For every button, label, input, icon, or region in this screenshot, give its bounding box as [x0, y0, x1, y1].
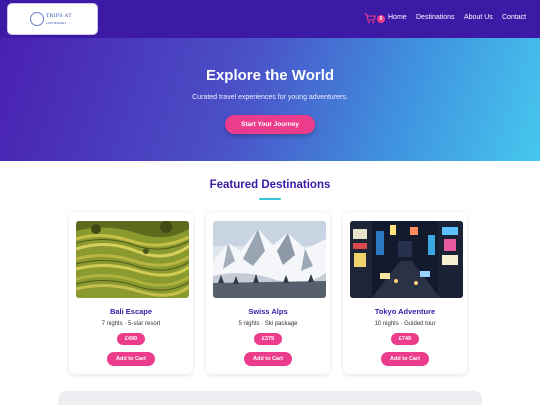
swiss-alps-image: [213, 221, 326, 298]
navbar: TRIPS AT LOW BUDGET 0 Home Destinations …: [0, 0, 540, 38]
nav-link-contact[interactable]: Contact: [502, 14, 526, 21]
logo-tagline: LOW BUDGET: [46, 21, 67, 25]
card-description: 10 nights · Guided tour: [374, 321, 436, 327]
card-description: 5 nights · Ski package: [238, 321, 298, 327]
card-title: Tokyo Adventure: [374, 307, 436, 316]
price-badge: £749: [391, 333, 419, 345]
start-journey-button[interactable]: Start Your Journey: [225, 115, 315, 134]
nav-link-destinations[interactable]: Destinations: [416, 14, 455, 21]
logo-mark: [30, 12, 44, 26]
tokyo-image: [350, 221, 463, 298]
next-section-panel: [58, 391, 482, 405]
logo-text: TRIPS AT: [46, 13, 72, 19]
destination-card-swiss-alps[interactable]: Swiss Alps 5 nights · Ski package £379 A…: [206, 212, 330, 374]
cart-icon[interactable]: [364, 13, 376, 24]
price-badge: £499: [117, 333, 145, 345]
destination-card-tokyo[interactable]: Tokyo Adventure 10 nights · Guided tour …: [343, 212, 467, 374]
cart-count-badge: 0: [377, 15, 385, 23]
card-title: Swiss Alps: [248, 307, 288, 316]
price-badge: £379: [254, 333, 282, 345]
section-divider: [259, 198, 281, 200]
add-to-cart-button[interactable]: Add to Cart: [244, 352, 292, 366]
hero-title: Explore the World: [205, 67, 335, 84]
hero-banner: Explore the World Curated travel experie…: [0, 38, 540, 161]
add-to-cart-button[interactable]: Add to Cart: [107, 352, 155, 366]
site-logo[interactable]: TRIPS AT LOW BUDGET: [8, 4, 97, 34]
section-title: Featured Destinations: [209, 179, 331, 191]
nav-link-about-us[interactable]: About Us: [464, 14, 493, 21]
destination-card-bali[interactable]: Bali Escape 7 nights · 5-star resort £49…: [69, 212, 193, 374]
card-description: 7 nights · 5-star resort: [101, 321, 161, 327]
featured-section: Featured Destinations Bali Escape 7 nigh…: [0, 161, 540, 405]
nav-link-home[interactable]: Home: [388, 14, 407, 21]
bali-image: [76, 221, 189, 298]
card-title: Bali Escape: [109, 307, 153, 316]
add-to-cart-button[interactable]: Add to Cart: [381, 352, 429, 366]
hero-subtitle: Curated travel experiences for young adv…: [192, 94, 348, 101]
